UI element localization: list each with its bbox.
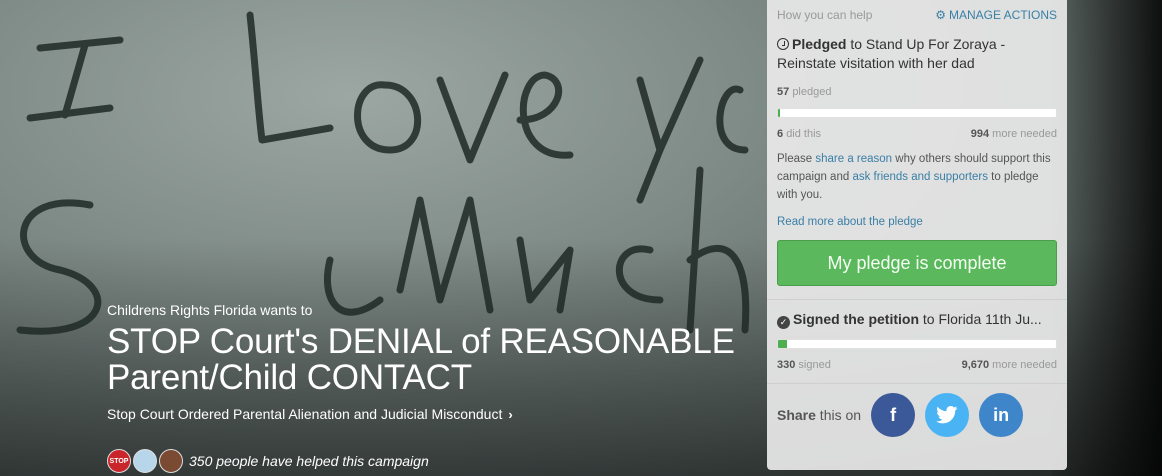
pledge-count-line: 57 pledged — [777, 86, 1057, 98]
action-panel: How you can help ⚙ MANAGE ACTIONS Pledge… — [767, 0, 1067, 470]
share-label-rest: this on — [815, 407, 862, 423]
petition-signed-label: signed — [798, 359, 831, 371]
ask-friends-link[interactable]: ask friends and supporters — [852, 171, 988, 183]
manage-actions-label: MANAGE ACTIONS — [948, 8, 1057, 22]
pledge-progress-bar — [777, 108, 1057, 118]
stop-badge-text: STOP — [109, 457, 129, 465]
check-circle-icon: ✓ — [777, 316, 790, 329]
organization-line: Childrens Rights Florida wants to — [107, 302, 313, 318]
linkedin-icon: in — [993, 404, 1010, 425]
petition-progress-fill — [778, 340, 788, 348]
pledge-did-count: 6 — [777, 128, 784, 140]
twitter-icon — [936, 406, 958, 424]
share-row: Share this on f t in — [767, 384, 1067, 437]
linkedin-share-button[interactable]: in — [979, 393, 1024, 437]
petition-signed-count: 330 — [777, 359, 796, 371]
campaign-title-line-1: STOP Court's DENIAL of REASONABLE — [107, 322, 735, 361]
share-label: Share this on — [777, 407, 861, 423]
pledge-progress-stats: 6 did this 994 more needed — [777, 128, 1057, 140]
avatar-user-photo[interactable] — [159, 449, 183, 473]
clock-icon — [777, 38, 789, 50]
petition-status: Signed the petition — [793, 311, 919, 327]
chevron-right-icon: › — [508, 406, 513, 422]
helpers-count-text: 350 people have helped this campaign — [189, 453, 429, 469]
pledge-needed-label: more needed — [992, 128, 1057, 140]
pledge-needed-count: 994 — [970, 128, 990, 140]
manage-actions-link[interactable]: ⚙ MANAGE ACTIONS — [935, 8, 1057, 22]
panel-header: How you can help ⚙ MANAGE ACTIONS — [777, 0, 1057, 30]
pledge-did-label: did this — [786, 128, 822, 140]
facebook-icon: f — [890, 404, 897, 425]
campaign-subtitle-text: Stop Court Ordered Parental Alienation a… — [107, 406, 503, 422]
avatar-stop-badge[interactable]: STOP — [107, 449, 131, 473]
read-more-pledge-link[interactable]: Read more about the pledge — [777, 213, 1057, 231]
facebook-share-button[interactable]: f — [871, 393, 916, 437]
pledge-status: Pledged — [792, 36, 847, 52]
instructions-text-1: Please — [777, 153, 816, 165]
right-dark-edge — [1052, 0, 1162, 476]
share-label-strong: Share — [777, 407, 816, 423]
pledge-complete-label: My pledge is complete — [827, 252, 1007, 273]
campaign-subtitle-link[interactable]: Stop Court Ordered Parental Alienation a… — [107, 406, 513, 422]
pledge-complete-button[interactable]: My pledge is complete — [777, 240, 1057, 286]
petition-progress-stats: 330 signed 9,670 more needed — [777, 359, 1057, 371]
pledge-count-label: pledged — [792, 86, 832, 98]
petition-action-title: ✓ Signed the petition to Florida 11th Ju.… — [777, 310, 1057, 329]
panel-header-title: How you can help — [777, 8, 873, 22]
share-reason-link[interactable]: share a reason — [815, 153, 892, 165]
helpers-row: STOP 350 people have helped this campaig… — [107, 449, 429, 473]
pledge-action-title: Pledged to Stand Up For Zoraya - Reinsta… — [777, 35, 1057, 73]
campaign-header: Childrens Rights Florida wants to STOP C… — [107, 302, 747, 424]
pledge-count: 57 — [777, 86, 790, 98]
gear-icon: ⚙ — [935, 8, 946, 22]
avatar-default-user[interactable] — [133, 449, 157, 473]
petition-needed-label: more needed — [992, 359, 1057, 371]
twitter-share-button[interactable]: t — [925, 393, 970, 437]
petition-needed-count: 9,670 — [961, 359, 990, 371]
petition-progress-bar — [777, 339, 1057, 349]
pledge-instructions: Please share a reason why others should … — [777, 150, 1057, 204]
pledge-progress-fill — [778, 109, 780, 117]
campaign-title-line-2: Parent/Child CONTACT — [107, 358, 472, 397]
petition-target: to Florida 11th Ju... — [919, 311, 1042, 327]
campaign-title: STOP Court's DENIAL of REASONABLE Parent… — [107, 324, 747, 396]
